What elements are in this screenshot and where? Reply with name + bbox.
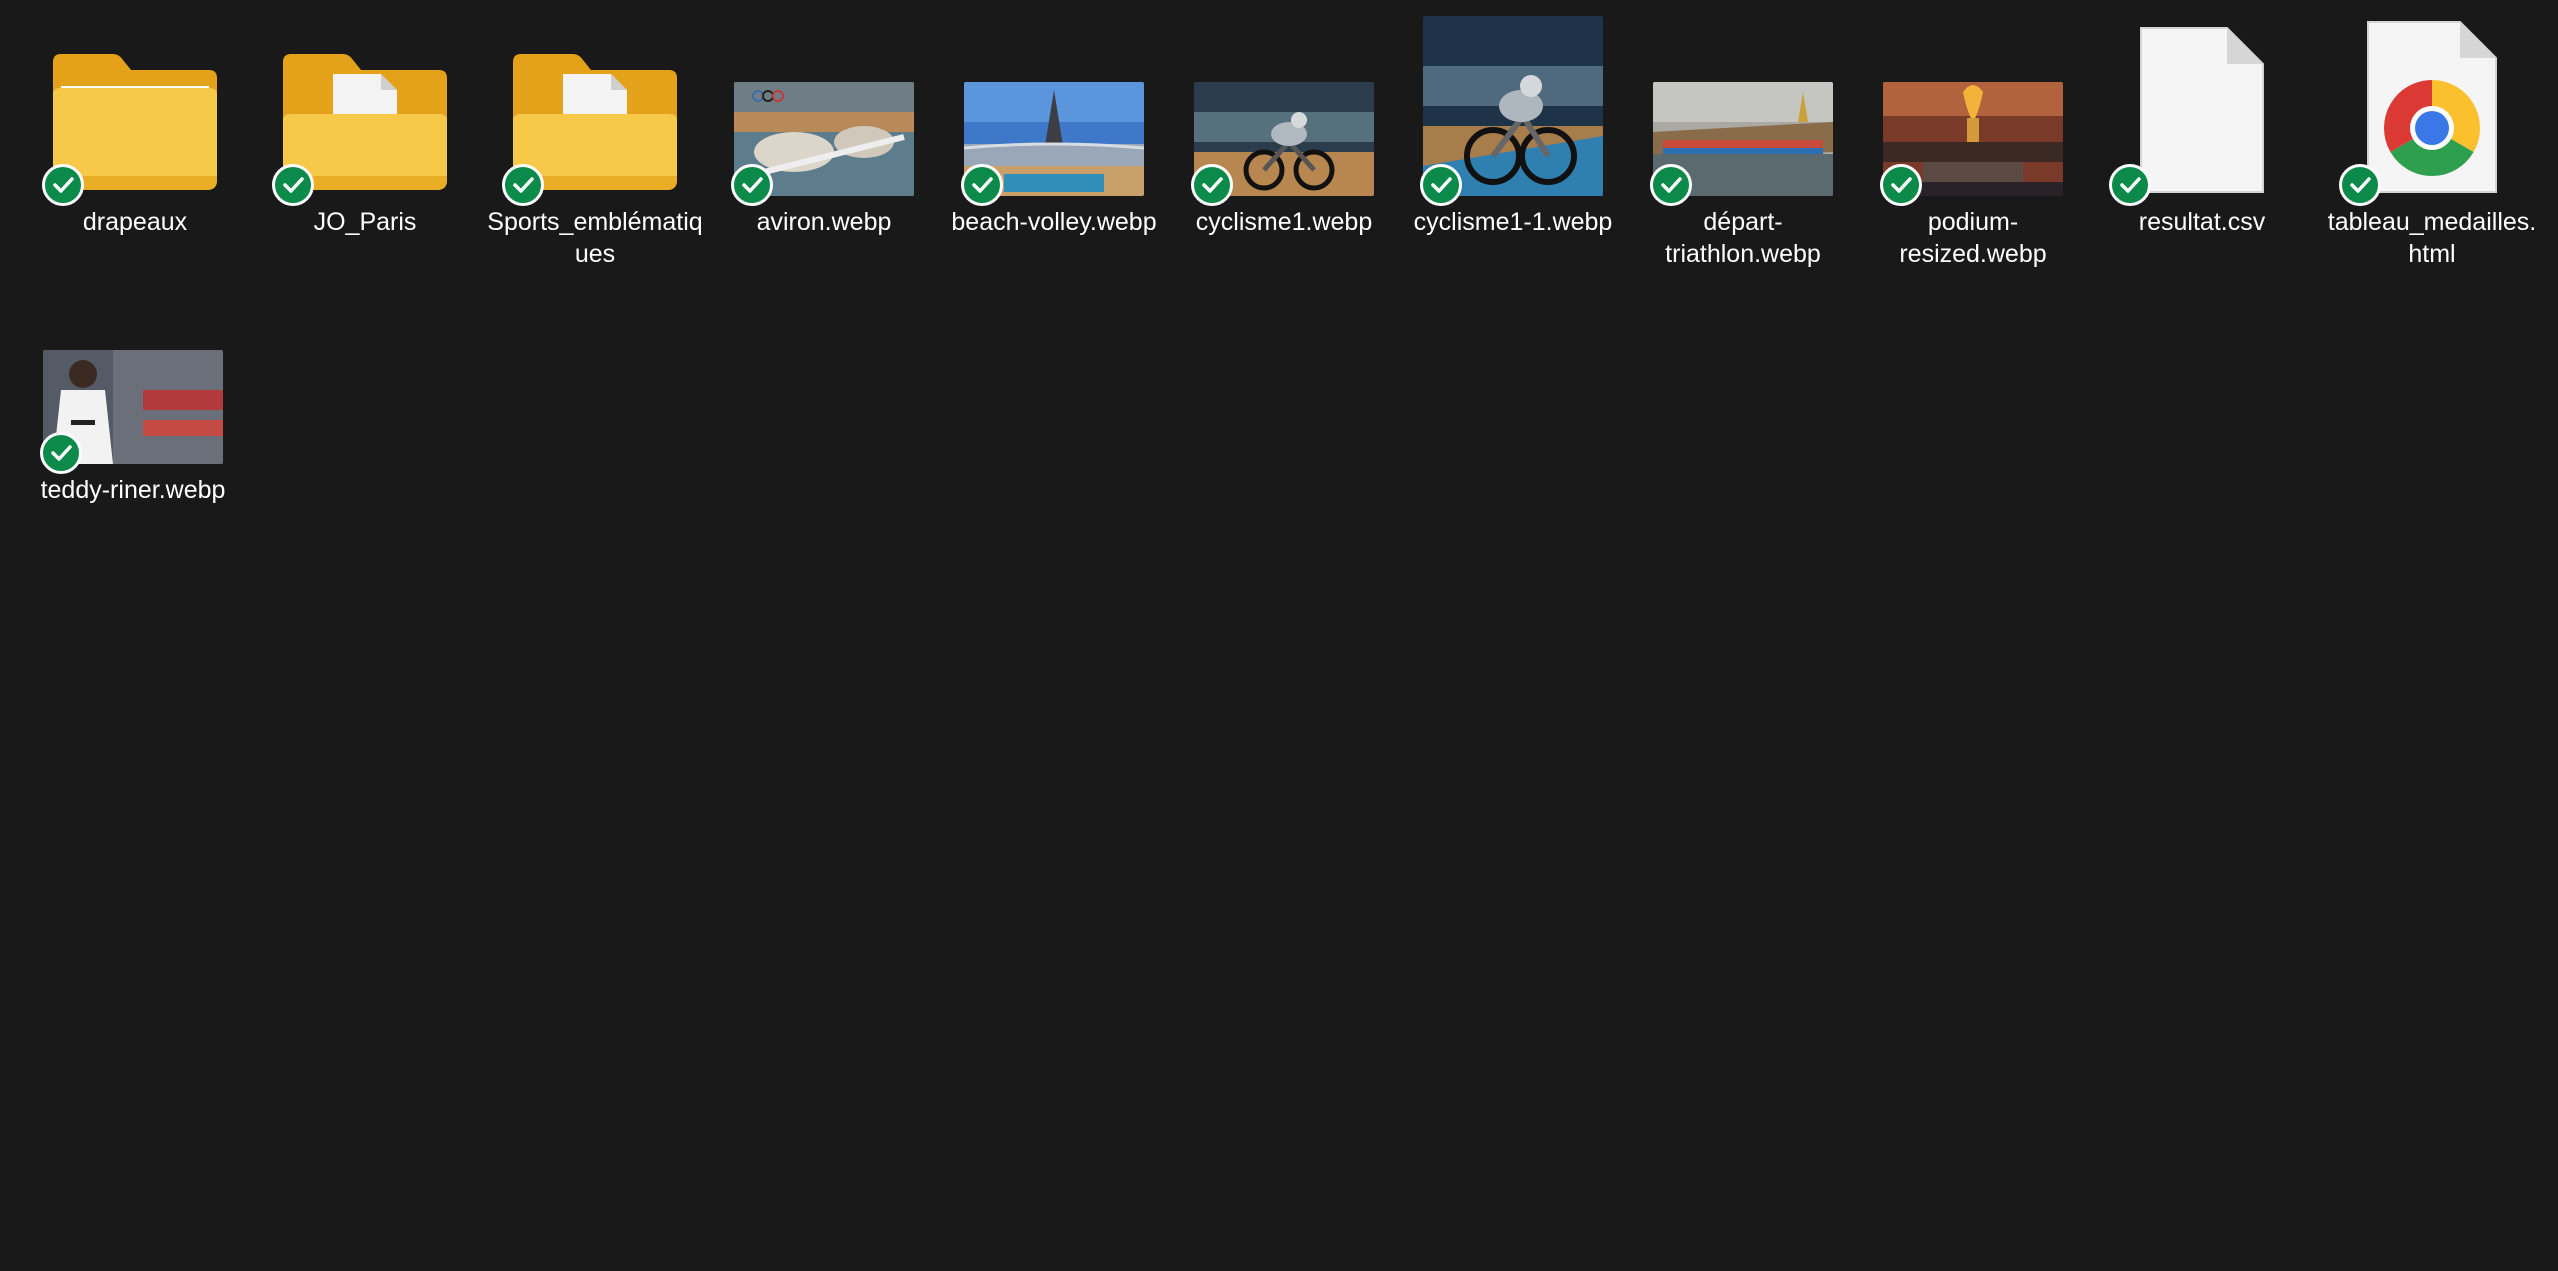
folder-jo-paris[interactable]: JO_Paris (254, 6, 476, 266)
synced-check-icon (1880, 164, 1922, 206)
synced-check-icon (1191, 164, 1233, 206)
item-label: cyclisme1.webp (1195, 208, 1373, 236)
item-label: teddy-riner.webp (40, 476, 226, 504)
file-beach-volley[interactable]: beach-volley.webp (943, 6, 1165, 266)
file-podium-resized[interactable]: podium-resized.webp (1862, 6, 2084, 268)
file-cyclisme1[interactable]: cyclisme1.webp (1173, 6, 1395, 266)
file-tableau-medailles-html[interactable]: tableau_medailles.html (2321, 6, 2543, 268)
item-label: resultat.csv (2138, 208, 2266, 236)
folder-sports-emblematiques[interactable]: Sports_emblématiques (484, 6, 706, 268)
item-label: podium-resized.webp (1899, 208, 2047, 268)
item-label: beach-volley.webp (951, 208, 1157, 236)
item-label: drapeaux (82, 208, 188, 236)
file-aviron[interactable]: aviron.webp (713, 6, 935, 266)
item-label: cyclisme1-1.webp (1413, 208, 1613, 236)
item-label: tableau_medailles.html (2327, 208, 2537, 268)
synced-check-icon (1650, 164, 1692, 206)
document-icon (2137, 24, 2267, 196)
synced-check-icon (42, 164, 84, 206)
synced-check-icon (961, 164, 1003, 206)
item-label: JO_Paris (313, 208, 417, 236)
file-resultat-csv[interactable]: resultat.csv (2091, 6, 2313, 266)
synced-check-icon (2339, 164, 2381, 206)
item-label: aviron.webp (756, 208, 892, 236)
file-explorer-view: drapeaux JO_Paris Sports_emblématiques a… (0, 0, 2558, 1271)
item-label: Sports_emblématiques (487, 208, 703, 268)
file-cyclisme1-1[interactable]: cyclisme1-1.webp (1402, 6, 1624, 266)
file-teddy-riner[interactable]: teddy-riner.webp (22, 274, 244, 534)
file-depart-triathlon[interactable]: départ-triathlon.webp (1632, 6, 1854, 268)
synced-check-icon (2109, 164, 2151, 206)
folder-drapeaux[interactable]: drapeaux (24, 6, 246, 266)
synced-check-icon (502, 164, 544, 206)
item-label: départ-triathlon.webp (1665, 208, 1821, 268)
synced-check-icon (1420, 164, 1462, 206)
synced-check-icon (272, 164, 314, 206)
chrome-document-icon (2364, 18, 2500, 196)
synced-check-icon (731, 164, 773, 206)
synced-check-icon (40, 432, 82, 474)
